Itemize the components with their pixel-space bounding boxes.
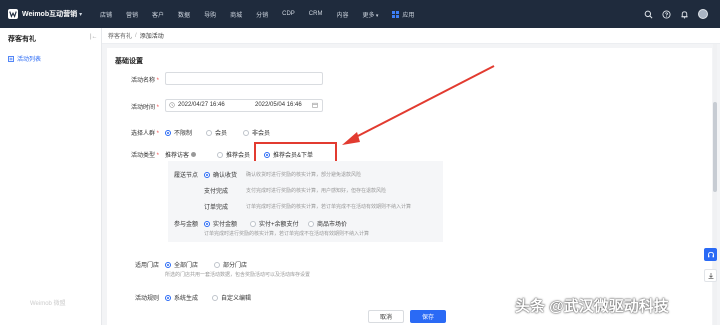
headset-icon [707,251,714,257]
annotation-arrow [342,65,495,145]
download-button[interactable] [704,269,717,282]
scroll-thumb[interactable] [713,102,717,192]
scrollbar[interactable] [713,44,717,325]
source-watermark: 头条 @武汉微驱动科技 [515,298,669,315]
support-button[interactable] [704,248,717,261]
download-icon [708,272,713,279]
